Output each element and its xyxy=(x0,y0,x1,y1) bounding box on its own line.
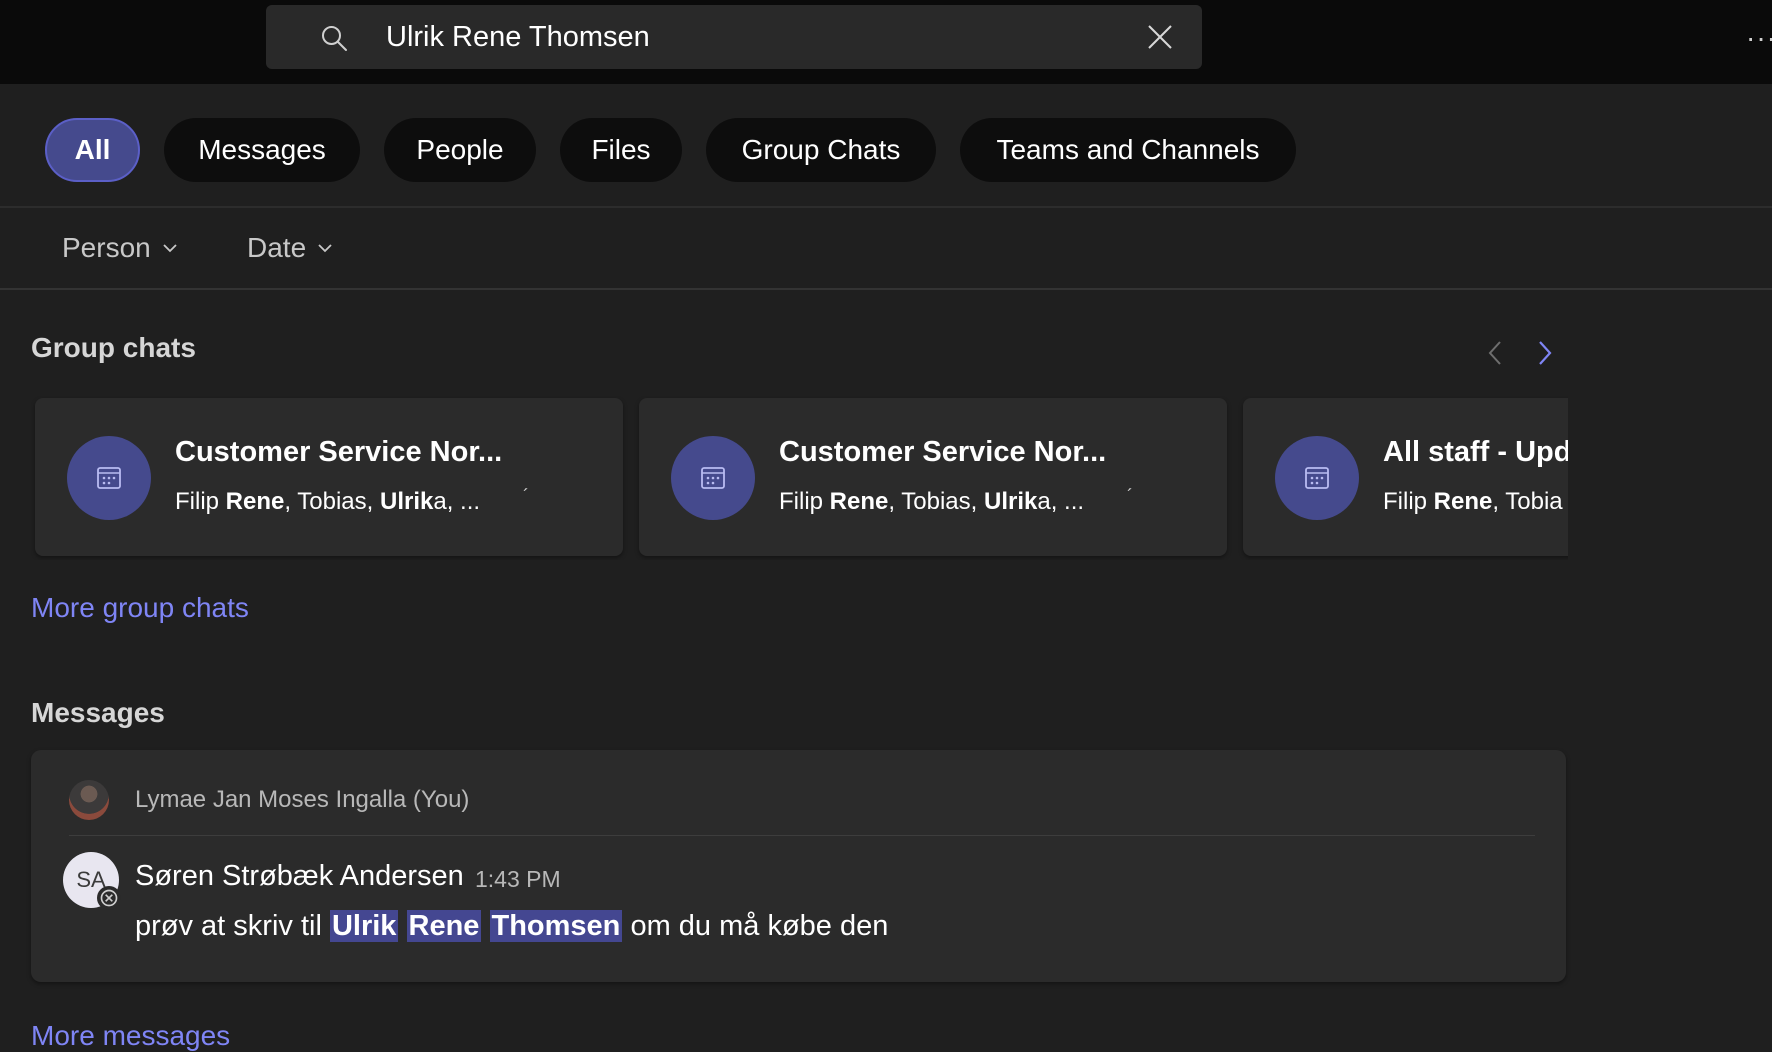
messages-heading: Messages xyxy=(31,697,165,728)
sender-name: Søren Strøbæk Andersen xyxy=(135,860,464,892)
group-chat-avatar xyxy=(1275,436,1359,520)
more-messages-link[interactable]: More messages xyxy=(31,1020,230,1052)
group-chat-icon xyxy=(97,467,121,489)
context-name: Lymae Jan Moses Ingalla (You) xyxy=(135,786,470,813)
tab-all[interactable]: All xyxy=(45,118,140,182)
tab-teams-and-channels[interactable]: Teams and Channels xyxy=(960,118,1296,182)
group-chat-card[interactable]: Customer Service Nor... Filip Rene, Tobi… xyxy=(35,398,623,556)
search-highlight: Thomsen xyxy=(489,910,623,942)
message-context: Lymae Jan Moses Ingalla (You) xyxy=(69,778,469,822)
group-chat-title: All staff - Upd xyxy=(1383,436,1568,468)
group-chat-members: Filip Rene, Tobia xyxy=(1383,488,1563,515)
person-dropdown[interactable]: Person xyxy=(62,208,179,288)
search-icon xyxy=(322,26,347,51)
chevron-left-icon[interactable] xyxy=(1480,336,1510,370)
message-time: 1:43 PM xyxy=(475,866,561,892)
group-chat-members: Filip Rene, Tobias, Ulrika, ... xyxy=(779,488,1085,515)
chevron-right-icon[interactable] xyxy=(1530,336,1560,370)
tab-people[interactable]: People xyxy=(384,118,536,182)
filter-tabs: All Messages People Files Group Chats Te… xyxy=(0,84,1772,208)
sub-filters: Person Date xyxy=(0,208,1772,290)
search-box[interactable]: Ulrik Rene Thomsen xyxy=(266,5,1202,69)
status-offline-icon xyxy=(97,886,121,910)
chevron-down-icon xyxy=(163,244,177,253)
date-dropdown[interactable]: Date xyxy=(247,208,334,288)
tab-messages[interactable]: Messages xyxy=(164,118,360,182)
group-chat-avatar xyxy=(67,436,151,520)
group-chat-avatar xyxy=(671,436,755,520)
group-chat-card[interactable]: All staff - Upd Filip Rene, Tobia xyxy=(1243,398,1568,556)
group-chats-carousel: Customer Service Nor... Filip Rene, Tobi… xyxy=(31,396,1568,560)
divider xyxy=(69,835,1535,836)
message-text: prøv at skriv til Ulrik Rene Thomsen om … xyxy=(135,910,889,942)
group-chat-card[interactable]: Customer Service Nor... Filip Rene, Tobi… xyxy=(639,398,1227,556)
close-icon[interactable] xyxy=(1146,23,1174,51)
tab-group-chats[interactable]: Group Chats xyxy=(706,118,936,182)
group-chat-title: Customer Service Nor... xyxy=(779,436,1107,468)
group-chats-heading: Group chats xyxy=(31,332,196,363)
chevron-down-icon xyxy=(318,244,332,253)
tab-files[interactable]: Files xyxy=(560,118,682,182)
message-result[interactable]: Lymae Jan Moses Ingalla (You) SA Søren S… xyxy=(31,750,1566,982)
top-bar: Ulrik Rene Thomsen ··· xyxy=(0,0,1772,84)
group-chat-icon xyxy=(701,467,725,489)
group-chat-mark: ´ xyxy=(1127,486,1133,506)
group-chat-icon xyxy=(1305,467,1329,489)
search-highlight: Rene xyxy=(406,910,482,942)
group-chat-title: Customer Service Nor... xyxy=(175,436,503,468)
date-dropdown-label: Date xyxy=(247,232,307,263)
avatar xyxy=(69,780,109,820)
more-group-chats-link[interactable]: More group chats xyxy=(31,592,249,624)
group-chat-members: Filip Rene, Tobias, Ulrika, ... xyxy=(175,488,481,515)
search-input[interactable]: Ulrik Rene Thomsen xyxy=(386,5,650,69)
search-highlight: Ulrik xyxy=(329,910,399,942)
group-chat-mark: ´ xyxy=(523,486,529,506)
more-icon[interactable]: ··· xyxy=(1746,20,1772,56)
person-dropdown-label: Person xyxy=(62,232,151,263)
